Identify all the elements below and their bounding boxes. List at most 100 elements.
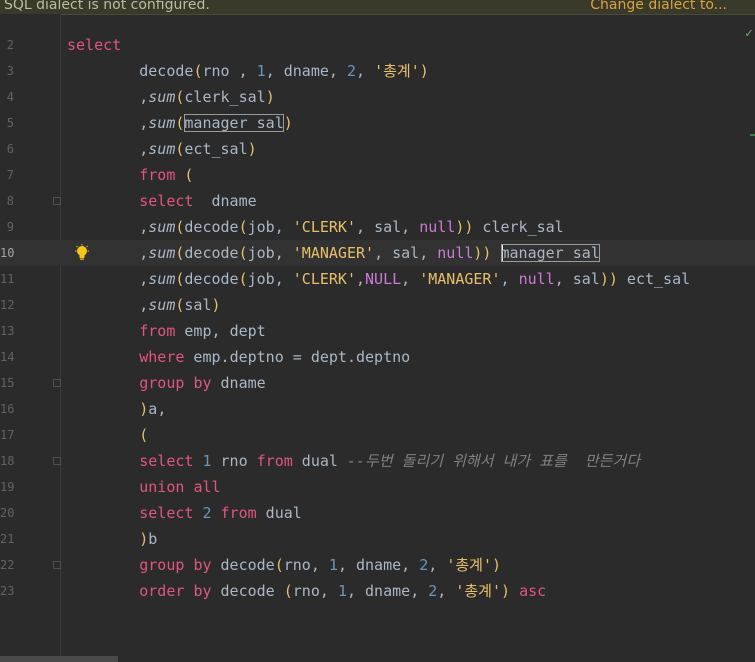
- code-token: '총계': [374, 62, 420, 80]
- change-dialect-link[interactable]: Change dialect to...: [590, 0, 755, 13]
- code-text[interactable]: (: [67, 422, 148, 448]
- code-line[interactable]: 21 )b: [0, 526, 755, 552]
- code-line[interactable]: 20 select 2 from dual: [0, 500, 755, 526]
- code-text[interactable]: ,sum(decode(job, 'CLERK', sal, null)) cl…: [67, 214, 564, 240]
- code-token: dname: [211, 374, 266, 392]
- code-text[interactable]: ,sum(manager_sal): [67, 110, 293, 136]
- code-line[interactable]: 3 decode(rno , 1, dname, 2, '총계'): [0, 58, 755, 84]
- code-line[interactable]: 18 select 1 rno from dual --두번 돌리기 위해서 내…: [0, 448, 755, 474]
- line-number: 10: [0, 246, 15, 260]
- code-text[interactable]: ,sum(decode(job, 'CLERK',NULL, 'MANAGER'…: [67, 266, 690, 292]
- code-line[interactable]: 4 ,sum(clerk_sal): [0, 84, 755, 110]
- code-token: job: [247, 270, 275, 288]
- code-token: all: [193, 478, 221, 496]
- code-line[interactable]: 15 group by dname: [0, 370, 755, 396]
- code-text[interactable]: ,sum(ect_sal): [67, 136, 256, 162]
- code-line[interactable]: 16 )a,: [0, 396, 755, 422]
- code-line[interactable]: 10 ,sum(decode(job, 'MANAGER', sal, null…: [0, 240, 755, 266]
- code-text[interactable]: group by decode(rno, 1, dname, 2, '총계'): [67, 552, 501, 578]
- code-token: clerk_sal: [473, 218, 564, 236]
- horizontal-scrollbar[interactable]: [0, 656, 118, 662]
- code-line[interactable]: 6 ,sum(ect_sal): [0, 136, 755, 162]
- code-token: null: [518, 270, 555, 288]
- fold-marker-icon[interactable]: [53, 379, 61, 387]
- code-token: ,: [554, 270, 573, 288]
- code-editor[interactable]: 2 select 3 decode(rno , 1, dname, 2, '총계')…: [0, 32, 755, 604]
- code-text[interactable]: select 1 rno from dual --두번 돌리기 위해서 내가 표…: [67, 448, 640, 474]
- code-token: deptno: [356, 348, 411, 366]
- code-token: ): [501, 582, 511, 600]
- code-token: clerk_sal: [184, 88, 266, 106]
- code-token: rno: [211, 452, 257, 470]
- code-line[interactable]: 8 select dname: [0, 188, 755, 214]
- code-line[interactable]: 13 from emp, dept: [0, 318, 755, 344]
- code-token: sum: [148, 140, 176, 158]
- code-token: select: [139, 452, 194, 470]
- code-token: ,: [139, 140, 149, 158]
- line-number: 5: [6, 116, 14, 130]
- code-token: ,: [346, 582, 366, 600]
- code-token: )): [455, 218, 474, 236]
- code-token: 2: [419, 556, 429, 574]
- line-number: 8: [6, 194, 14, 208]
- code-line[interactable]: 14 where emp.deptno = dept.deptno: [0, 344, 755, 370]
- code-token: ect_sal: [617, 270, 691, 288]
- code-token: sal: [374, 218, 402, 236]
- code-token: NULL: [365, 270, 402, 288]
- fold-marker-icon[interactable]: [53, 197, 61, 205]
- code-text[interactable]: ,sum(clerk_sal): [67, 84, 274, 110]
- code-token: job: [247, 218, 275, 236]
- code-text[interactable]: from (: [67, 162, 193, 188]
- code-token: by: [193, 374, 212, 392]
- code-token: ,: [401, 218, 420, 236]
- code-text[interactable]: select: [67, 32, 121, 58]
- code-token: 1: [328, 556, 338, 574]
- code-text[interactable]: group by dname: [67, 370, 266, 396]
- code-token: sum: [148, 114, 176, 132]
- code-token: ,: [356, 270, 366, 288]
- code-line[interactable]: 9 ,sum(decode(job, 'CLERK', sal, null)) …: [0, 214, 755, 240]
- code-line[interactable]: 12 ,sum(sal): [0, 292, 755, 318]
- code-token: select: [139, 192, 194, 210]
- code-text[interactable]: where emp.deptno = dept.deptno: [67, 344, 410, 370]
- code-token: ,: [401, 270, 420, 288]
- code-text[interactable]: )a,: [67, 396, 166, 422]
- code-token: 'CLERK': [292, 218, 356, 236]
- code-token: dual: [292, 452, 347, 470]
- code-line[interactable]: 2 select: [0, 32, 755, 58]
- code-line[interactable]: 19 union all: [0, 474, 755, 500]
- code-text[interactable]: order by decode (rno, 1, dname, 2, '총계')…: [67, 578, 546, 604]
- line-number: 14: [0, 350, 15, 364]
- code-line[interactable]: 11 ,sum(decode(job, 'CLERK',NULL, 'MANAG…: [0, 266, 755, 292]
- code-token: where: [139, 348, 185, 366]
- code-text[interactable]: select dname: [67, 188, 256, 214]
- code-line[interactable]: 17 (: [0, 422, 755, 448]
- code-token: '총계': [446, 556, 492, 574]
- fold-marker-icon[interactable]: [53, 561, 61, 569]
- line-number: 20: [0, 506, 15, 520]
- code-text[interactable]: from emp, dept: [67, 318, 265, 344]
- code-text[interactable]: ,sum(decode(job, 'MANAGER', sal, null)) …: [67, 240, 600, 266]
- code-text[interactable]: )b: [67, 526, 157, 552]
- fold-marker-icon[interactable]: [53, 457, 61, 465]
- code-line[interactable]: 5 ,sum(manager_sal): [0, 110, 755, 136]
- line-number: 23: [0, 584, 15, 598]
- code-token: ,: [428, 556, 447, 574]
- code-token: select: [139, 504, 194, 522]
- code-text[interactable]: ,sum(sal): [67, 292, 220, 318]
- line-number: 16: [0, 402, 15, 416]
- code-token: dname: [356, 556, 402, 574]
- code-line[interactable]: 23 order by decode (rno, 1, dname, 2, '총…: [0, 578, 755, 604]
- code-token: null: [419, 218, 456, 236]
- code-text[interactable]: select 2 from dual: [67, 500, 302, 526]
- code-text[interactable]: decode(rno , 1, dname, 2, '총계'): [67, 58, 429, 84]
- code-token: --두번 돌리기 위해서 내가 표를 만든거다: [346, 452, 641, 470]
- code-text[interactable]: union all: [67, 474, 221, 500]
- code-line[interactable]: 7 from (: [0, 162, 755, 188]
- code-line[interactable]: 22 group by decode(rno, 1, dname, 2, '총계…: [0, 552, 755, 578]
